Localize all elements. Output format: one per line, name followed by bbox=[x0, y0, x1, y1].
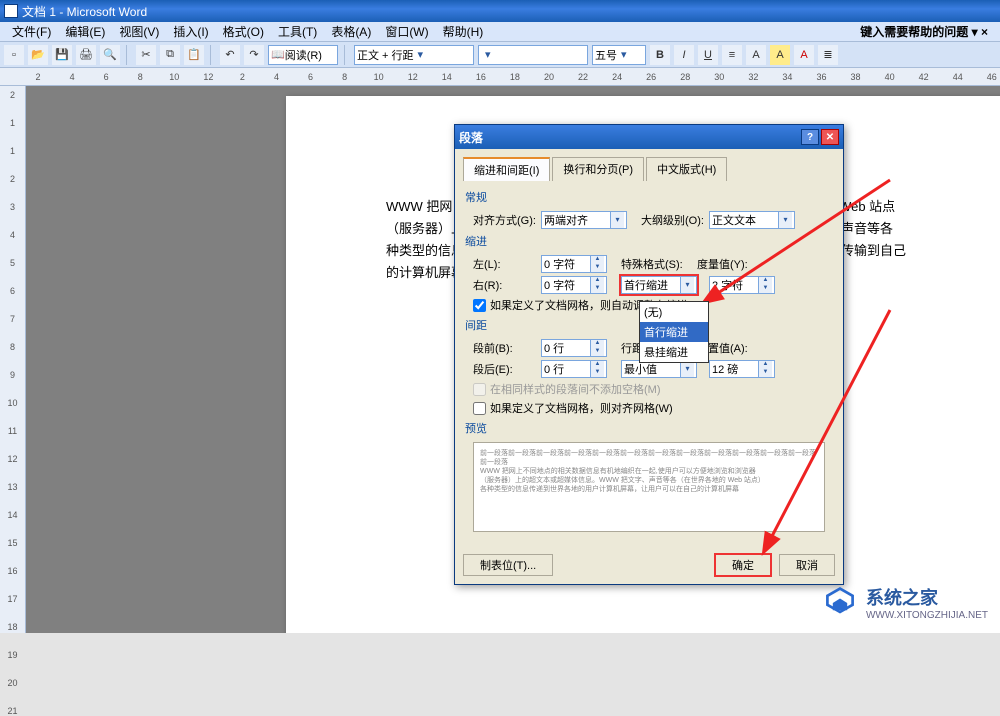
label-left: 左(L): bbox=[473, 256, 537, 272]
window-titlebar: 文档 1 - Microsoft Word bbox=[0, 0, 1000, 22]
highlight-icon[interactable]: A bbox=[770, 45, 790, 65]
window-title: 文档 1 - Microsoft Word bbox=[22, 3, 147, 20]
doc-text: 种类型的信息 bbox=[386, 243, 464, 258]
fontsize-combo[interactable]: 五号▾ bbox=[592, 45, 646, 65]
chk-nospace-same bbox=[473, 383, 486, 396]
outline-combo[interactable]: 正文文本▾ bbox=[709, 211, 795, 229]
tab-line-page[interactable]: 换行和分页(P) bbox=[552, 157, 644, 181]
paste-icon[interactable]: 📋 bbox=[184, 45, 204, 65]
underline-icon[interactable]: U bbox=[698, 45, 718, 65]
tabs-button[interactable]: 制表位(T)... bbox=[463, 554, 553, 576]
cut-icon[interactable]: ✂ bbox=[136, 45, 156, 65]
label-right: 右(R): bbox=[473, 277, 537, 293]
separator bbox=[210, 45, 214, 65]
cancel-button[interactable]: 取消 bbox=[779, 554, 835, 576]
menu-file[interactable]: 文件(F) bbox=[6, 21, 57, 42]
tab-asian[interactable]: 中文版式(H) bbox=[646, 157, 727, 181]
at-spinner[interactable]: ▲▼ bbox=[709, 360, 775, 378]
menu-window[interactable]: 窗口(W) bbox=[379, 21, 434, 42]
dialog-titlebar[interactable]: 段落 ? ✕ bbox=[455, 125, 843, 149]
border-icon[interactable]: A bbox=[746, 45, 766, 65]
chk-auto-indent[interactable] bbox=[473, 299, 486, 312]
align-left-icon[interactable]: ≡ bbox=[722, 45, 742, 65]
label-before: 段前(B): bbox=[473, 340, 537, 356]
space-before-spinner[interactable]: ▲▼ bbox=[541, 339, 607, 357]
indent-left-spinner[interactable]: ▲▼ bbox=[541, 255, 607, 273]
dropdown-option-firstline[interactable]: 首行缩进 bbox=[640, 322, 708, 342]
italic-icon[interactable]: I bbox=[674, 45, 694, 65]
app-icon bbox=[4, 4, 18, 18]
indent-by-spinner[interactable]: ▲▼ bbox=[709, 276, 775, 294]
font-color-icon[interactable]: A bbox=[794, 45, 814, 65]
section-indent: 缩进 bbox=[465, 233, 835, 249]
menu-view[interactable]: 视图(V) bbox=[113, 21, 165, 42]
close-icon[interactable]: ✕ bbox=[821, 129, 839, 145]
copy-icon[interactable]: ⧉ bbox=[160, 45, 180, 65]
dropdown-option-hanging[interactable]: 悬挂缩进 bbox=[640, 342, 708, 362]
ok-button[interactable]: 确定 bbox=[715, 554, 771, 576]
font-combo[interactable]: ▾ bbox=[478, 45, 588, 65]
dialog-title: 段落 bbox=[459, 129, 483, 146]
preview-box: 前一段落前一段落前一段落前一段落前一段落前一段落前一段落前一段落前一段落前一段落… bbox=[473, 442, 825, 532]
watermark: 系统之家 WWW.XITONGZHIJIA.NET bbox=[822, 584, 988, 621]
chk-snap-grid[interactable] bbox=[473, 402, 486, 415]
menu-tools[interactable]: 工具(T) bbox=[272, 21, 323, 42]
redo-icon[interactable]: ↷ bbox=[244, 45, 264, 65]
label-special: 特殊格式(S): bbox=[621, 256, 685, 272]
undo-icon[interactable]: ↶ bbox=[220, 45, 240, 65]
label-outline: 大纲级别(O): bbox=[641, 212, 705, 228]
special-format-combo[interactable]: 首行缩进▾ bbox=[621, 276, 697, 294]
preview-icon[interactable]: 🔍 bbox=[100, 45, 120, 65]
menu-insert[interactable]: 插入(I) bbox=[167, 21, 214, 42]
new-doc-icon[interactable]: ▫ bbox=[4, 45, 24, 65]
section-general: 常规 bbox=[465, 189, 835, 205]
doc-text: WWW 把网 bbox=[386, 199, 452, 214]
menubar: 文件(F) 编辑(E) 视图(V) 插入(I) 格式(O) 工具(T) 表格(A… bbox=[0, 22, 1000, 42]
standard-toolbar: ▫ 📂 💾 🖨 🔍 ✂ ⧉ 📋 ↶ ↷ 📖 阅读(R) 正文 + 行距▾ ▾ 五… bbox=[0, 42, 1000, 68]
tab-indent-spacing[interactable]: 缩进和间距(I) bbox=[463, 157, 550, 181]
style-combo[interactable]: 正文 + 行距▾ bbox=[354, 45, 474, 65]
vertical-ruler[interactable]: 21123456789101112131415161718192021 bbox=[0, 86, 26, 633]
help-question[interactable]: 键入需要帮助的问题 ▾ × bbox=[854, 21, 994, 42]
help-icon[interactable]: ? bbox=[801, 129, 819, 145]
alignment-combo[interactable]: 两端对齐▾ bbox=[541, 211, 627, 229]
space-after-spinner[interactable]: ▲▼ bbox=[541, 360, 607, 378]
print-icon[interactable]: 🖨 bbox=[76, 45, 96, 65]
indent-right-spinner[interactable]: ▲▼ bbox=[541, 276, 607, 294]
align-justify-icon[interactable]: ≣ bbox=[818, 45, 838, 65]
read-mode-button[interactable]: 📖 阅读(R) bbox=[268, 45, 338, 65]
open-icon[interactable]: 📂 bbox=[28, 45, 48, 65]
separator bbox=[344, 45, 348, 65]
save-icon[interactable]: 💾 bbox=[52, 45, 72, 65]
menu-help[interactable]: 帮助(H) bbox=[437, 21, 490, 42]
menu-format[interactable]: 格式(O) bbox=[217, 21, 270, 42]
label-by: 度量值(Y): bbox=[697, 256, 755, 272]
section-preview: 预览 bbox=[465, 420, 835, 436]
horizontal-ruler[interactable]: 2468101224681012141618202224262830323436… bbox=[0, 68, 1000, 86]
label-after: 段后(E): bbox=[473, 361, 537, 377]
dropdown-option-none[interactable]: (无) bbox=[640, 302, 708, 322]
menu-table[interactable]: 表格(A) bbox=[325, 21, 377, 42]
doc-text: （服务器）上 bbox=[386, 221, 464, 236]
menu-edit[interactable]: 编辑(E) bbox=[59, 21, 111, 42]
separator bbox=[126, 45, 130, 65]
watermark-url: WWW.XITONGZHIJIA.NET bbox=[866, 610, 988, 621]
label-alignment: 对齐方式(G): bbox=[473, 212, 537, 228]
logo-icon bbox=[822, 585, 858, 621]
bold-icon[interactable]: B bbox=[650, 45, 670, 65]
special-format-dropdown[interactable]: (无) 首行缩进 悬挂缩进 bbox=[639, 301, 709, 363]
watermark-name: 系统之家 bbox=[866, 584, 988, 610]
